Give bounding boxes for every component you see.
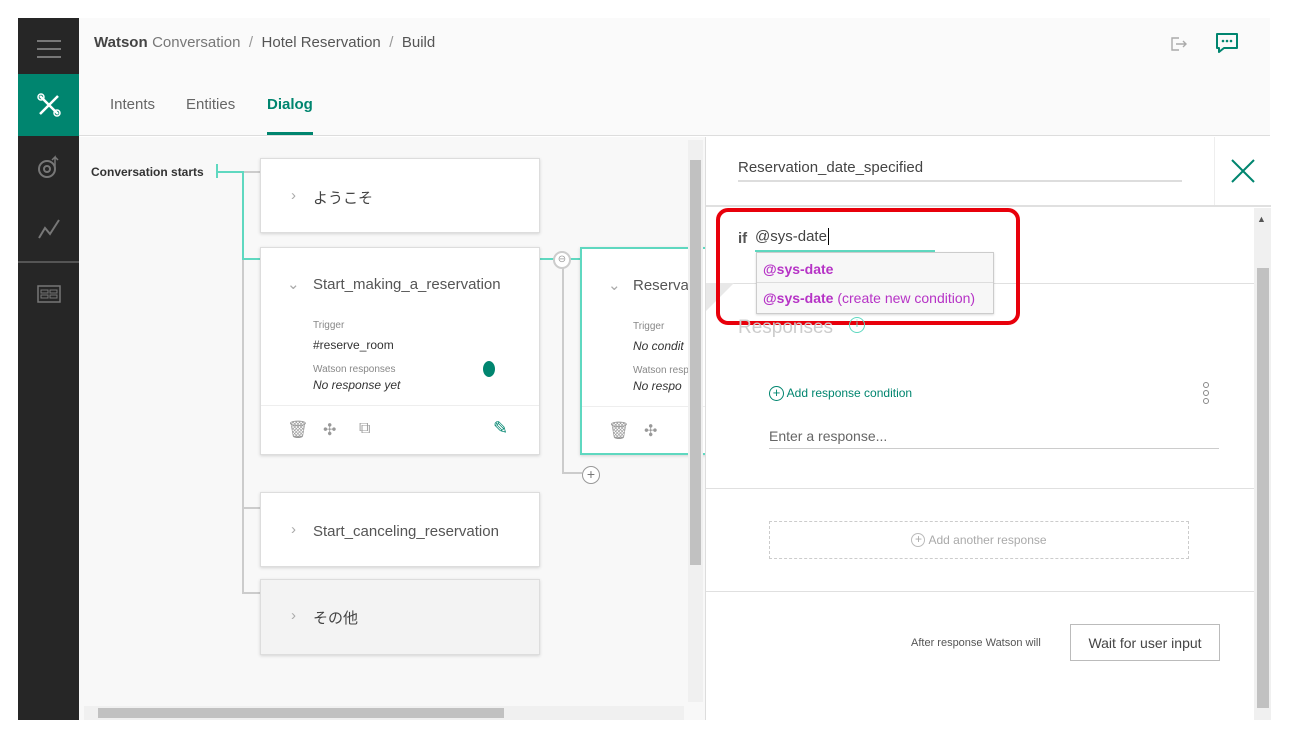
more-options-icon[interactable] (1202, 381, 1210, 407)
dialog-node[interactable]: › Start_canceling_reservation (260, 492, 540, 567)
brand-name: Watson (94, 34, 148, 51)
collapse-children-icon[interactable]: ⊖ (553, 251, 571, 269)
highlight-box (716, 208, 1020, 325)
edit-pencil-icon[interactable]: ✎ (493, 418, 508, 439)
responses-label: Watson responses (313, 364, 396, 375)
breadcrumb-separator: / (248, 34, 254, 51)
copy-icon[interactable]: ⧉ (359, 420, 370, 438)
node-editor-panel: Reservation_date_specified if @sys-date … (705, 137, 1271, 720)
tab-intents[interactable]: Intents (110, 96, 155, 113)
add-response-condition-button[interactable]: + Add response condition (769, 386, 912, 401)
node-title: Start_making_a_reservation (313, 276, 501, 293)
sidebar-item-build[interactable] (18, 74, 79, 136)
trigger-value: #reserve_room (313, 338, 394, 352)
menu-icon (36, 40, 61, 58)
dialog-node[interactable]: › ようこそ (260, 158, 540, 233)
close-button[interactable] (1214, 137, 1271, 205)
add-circle-icon: + (911, 533, 926, 547)
chevron-down-icon[interactable]: ⌄ (608, 276, 621, 294)
canvas-horizontal-scrollbar[interactable] (84, 706, 684, 720)
panel-vertical-scrollbar[interactable]: ▲ (1254, 208, 1271, 720)
after-response-label: After response Watson will (911, 637, 1041, 649)
chevron-down-icon[interactable]: ⌄ (287, 275, 300, 293)
add-another-response-label: Add another response (928, 533, 1047, 547)
response-input[interactable]: Enter a response... (769, 428, 1219, 449)
responses-heading: Responses (738, 317, 834, 338)
status-dot (483, 361, 495, 377)
close-icon (1231, 159, 1255, 183)
dialog-canvas: Conversation starts ⊖ + › ようこそ ⌄ Start_m… (79, 137, 705, 720)
breadcrumb-project[interactable]: Hotel Reservation (262, 34, 381, 51)
trigger-value: No condit (633, 339, 684, 353)
chevron-right-icon[interactable]: › (291, 607, 296, 624)
add-circle-icon: + (769, 386, 784, 401)
analytics-icon (37, 219, 60, 239)
active-tab-indicator (267, 132, 313, 135)
move-icon[interactable]: ✣ (323, 420, 336, 440)
breadcrumb: Watson Conversation / Hotel Reservation … (94, 34, 435, 52)
menu-button[interactable] (18, 18, 79, 80)
dialog-node-selected[interactable]: ⌄ Reserva Trigger No condit Watson resp … (580, 247, 705, 455)
info-icon[interactable]: i (849, 317, 865, 333)
trash-icon[interactable]: 🗑 (287, 420, 309, 440)
deploy-icon (36, 285, 61, 303)
build-icon (36, 93, 61, 117)
scroll-up-arrow-icon[interactable]: ▲ (1257, 214, 1266, 224)
sidebar-item-improve[interactable] (18, 136, 79, 198)
exit-icon[interactable] (1169, 36, 1187, 52)
breadcrumb-page: Build (401, 34, 436, 51)
add-response-condition-label: Add response condition (786, 386, 913, 400)
conversation-starts-label: Conversation starts (91, 165, 204, 179)
add-another-response-button[interactable]: + Add another response (769, 521, 1189, 559)
sidebar-item-deploy[interactable] (18, 263, 79, 325)
sidebar-item-analytics[interactable] (18, 198, 79, 260)
chat-icon[interactable] (1214, 31, 1240, 55)
responses-label: Watson resp (633, 365, 689, 376)
tab-dialog[interactable]: Dialog (267, 96, 313, 113)
chevron-right-icon[interactable]: › (291, 187, 296, 204)
trigger-label: Trigger (313, 320, 345, 331)
add-child-node-button[interactable]: + (582, 466, 600, 484)
node-title: ようこそ (313, 190, 374, 207)
dialog-node[interactable]: › その他 (260, 579, 540, 655)
node-title: Reserva (633, 277, 689, 294)
chevron-right-icon[interactable]: › (291, 521, 296, 538)
header: Watson Conversation / Hotel Reservation … (79, 18, 1270, 136)
sidebar (18, 18, 79, 720)
node-title: その他 (313, 610, 359, 627)
tab-entities[interactable]: Entities (186, 96, 235, 113)
trigger-label: Trigger (633, 321, 665, 332)
node-name-input[interactable]: Reservation_date_specified (738, 159, 1182, 182)
brand-product[interactable]: Conversation (152, 34, 240, 51)
responses-value: No respo (633, 379, 682, 393)
move-icon[interactable]: ✣ (644, 421, 657, 441)
improve-icon (37, 155, 59, 178)
dialog-node[interactable]: ⌄ Start_making_a_reservation Trigger #re… (260, 247, 540, 455)
trash-icon[interactable]: 🗑 (608, 421, 630, 441)
node-title: Start_canceling_reservation (313, 523, 499, 540)
canvas-vertical-scrollbar[interactable] (688, 140, 703, 702)
wait-for-user-input-button[interactable]: Wait for user input (1070, 624, 1220, 661)
breadcrumb-separator: / (389, 34, 394, 51)
responses-value: No response yet (313, 378, 401, 392)
